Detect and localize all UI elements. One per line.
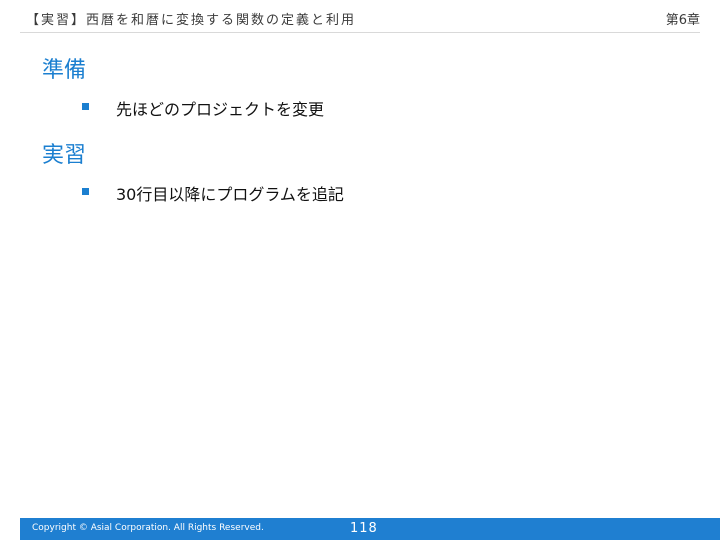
page-number: 118 [350,521,378,536]
bullet-text: 30行目以降にプログラムを追記 [116,185,344,204]
section-heading-practice: 実習 [42,143,87,168]
bullet-text: 先ほどのプロジェクトを変更 [116,100,325,119]
chapter-label: 第6章 [665,13,700,28]
square-bullet-icon [82,188,89,195]
footer-bar: Copyright © Asial Corporation. All Right… [20,518,720,540]
header-divider [20,32,700,33]
square-bullet-icon [82,103,89,110]
copyright-text: Copyright © Asial Corporation. All Right… [32,523,264,533]
slide-header-title: 【実習】西暦を和暦に変換する関数の定義と利用 [26,13,357,28]
section-heading-preparation: 準備 [42,58,87,83]
